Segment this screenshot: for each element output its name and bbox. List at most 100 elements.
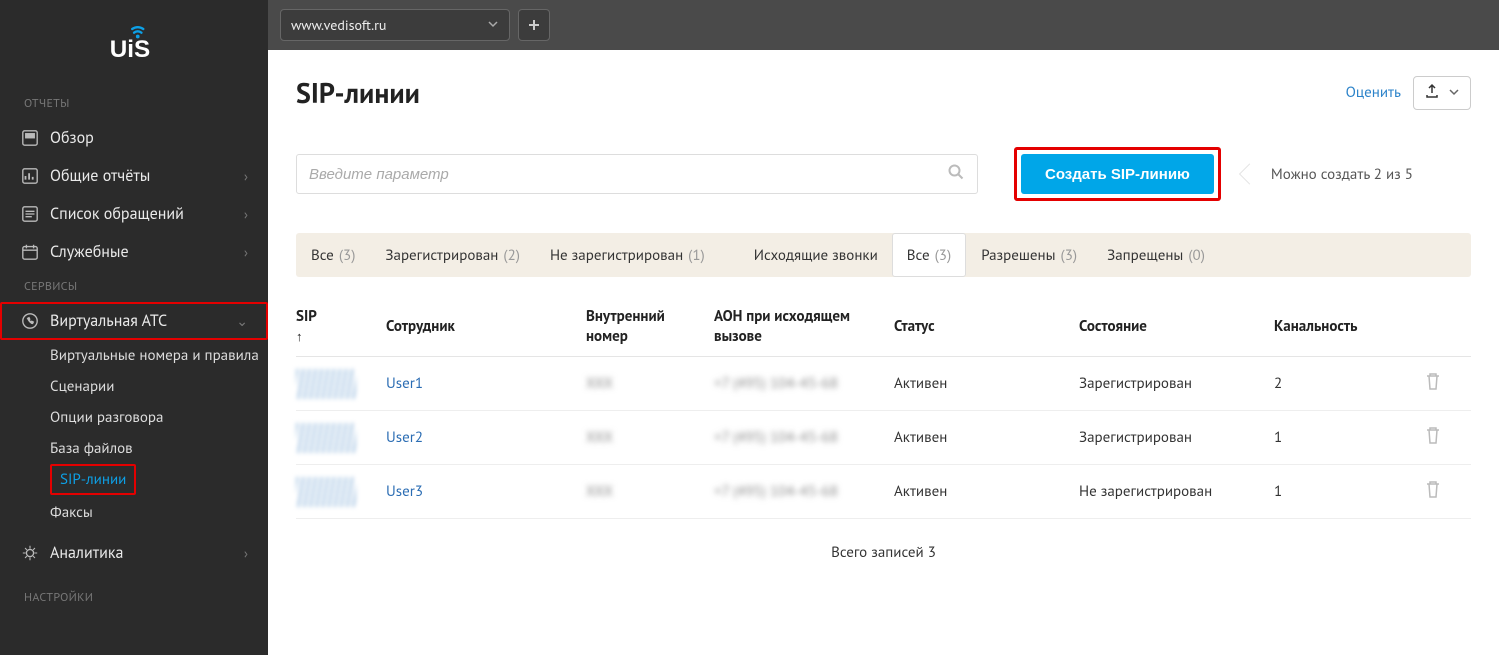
col-sip[interactable]: SIP ↑ <box>296 307 386 345</box>
sidebar-item-general-reports[interactable]: Общие отчёты › <box>0 157 268 195</box>
cell-status: Активен <box>894 428 1079 447</box>
col-state[interactable]: Состояние <box>1079 317 1274 337</box>
filter-group-outgoing: Все(3) Разрешены(3) Запрещены(0) <box>892 233 1220 277</box>
sip-table: SIP ↑ Сотрудник Внутренний номер АОН при… <box>296 297 1471 519</box>
cell-aon: +7 (495) 104-45-68 <box>714 374 894 393</box>
filter-tab-allowed[interactable]: Разрешены(3) <box>966 233 1092 277</box>
cell-employee[interactable]: User3 <box>386 482 586 501</box>
rate-link[interactable]: Оценить <box>1346 83 1401 102</box>
cell-state: Зарегистрирован <box>1079 374 1274 393</box>
section-label-reports: ОТЧЕТЫ <box>0 88 268 119</box>
table-row: User2 XXX +7 (495) 104-45-68 Активен Зар… <box>296 411 1471 465</box>
page-header: SIP-линии Оценить <box>296 74 1471 111</box>
analytics-icon <box>20 543 40 563</box>
sidebar-item-requests[interactable]: Список обращений › <box>0 195 268 233</box>
cell-sip <box>296 369 386 399</box>
reports-icon <box>20 166 40 186</box>
virtual-pbx-subitems: Виртуальные номера и правила Сценарии Оп… <box>0 340 268 528</box>
page-title: SIP-линии <box>296 74 420 111</box>
list-icon <box>20 204 40 224</box>
table-row: User1 XXX +7 (495) 104-45-68 Активен Зар… <box>296 357 1471 411</box>
cell-status: Активен <box>894 374 1079 393</box>
svg-text:UiS: UiS <box>110 36 150 63</box>
add-tab-button[interactable] <box>518 9 550 41</box>
table-header: SIP ↑ Сотрудник Внутренний номер АОН при… <box>296 297 1471 357</box>
table-footer: Всего записей 3 <box>296 519 1471 586</box>
cell-status: Активен <box>894 482 1079 501</box>
subitem-sip-lines[interactable]: SIP-линии <box>50 464 136 495</box>
filter-tab-registered[interactable]: Зарегистрирован(2) <box>370 233 535 277</box>
cell-aon: +7 (495) 104-45-68 <box>714 482 894 501</box>
cell-channels: 1 <box>1274 482 1424 501</box>
col-aon[interactable]: АОН при исходящем вызове <box>714 307 894 346</box>
subitem-call-options[interactable]: Опции разговора <box>50 402 268 433</box>
sidebar-item-label: Список обращений <box>50 204 184 224</box>
section-label-settings: НАСТРОЙКИ <box>0 582 268 613</box>
search-input[interactable] <box>309 166 947 183</box>
delete-row-button[interactable] <box>1424 371 1464 396</box>
cell-employee[interactable]: User1 <box>386 374 586 393</box>
col-employee[interactable]: Сотрудник <box>386 317 586 337</box>
sort-asc-icon: ↑ <box>296 329 376 346</box>
search-box[interactable] <box>296 154 978 194</box>
chevron-down-icon: ⌄ <box>236 312 248 330</box>
section-label-services: СЕРВИСЫ <box>0 271 268 302</box>
col-status[interactable]: Статус <box>894 317 1079 337</box>
subitem-scenarios[interactable]: Сценарии <box>50 371 268 402</box>
cell-employee[interactable]: User2 <box>386 428 586 447</box>
create-sip-line-button[interactable]: Создать SIP-линию <box>1021 154 1214 194</box>
sidebar: UiS ОТЧЕТЫ Обзор Общие отчёты › Список о… <box>0 0 268 655</box>
sidebar-item-service-reports[interactable]: Служебные › <box>0 233 268 271</box>
export-button[interactable] <box>1413 76 1471 110</box>
cell-channels: 1 <box>1274 428 1424 447</box>
logo-icon: UiS <box>106 22 162 64</box>
sidebar-item-label: Обзор <box>50 128 94 148</box>
filter-bar: Все(3) Зарегистрирован(2) Не зарегистрир… <box>296 233 1471 277</box>
create-button-highlight: Создать SIP-линию <box>1014 147 1221 201</box>
chevron-right-icon: › <box>244 243 248 261</box>
chevron-right-icon: › <box>244 544 248 562</box>
main: www.vedisoft.ru SIP-линии Оценить <box>268 0 1499 655</box>
chevron-right-icon: › <box>244 167 248 185</box>
phone-icon <box>20 311 40 331</box>
cell-state: Не зарегистрирован <box>1079 482 1274 501</box>
logo: UiS <box>0 12 268 88</box>
chevron-down-icon <box>1448 84 1460 102</box>
subitem-faxes[interactable]: Факсы <box>50 497 268 528</box>
delete-row-button[interactable] <box>1424 479 1464 504</box>
col-internal[interactable]: Внутренний номер <box>586 307 714 346</box>
subitem-file-db[interactable]: База файлов <box>50 433 268 464</box>
quota-label: Можно создать 2 из 5 <box>1251 154 1433 194</box>
page-body: SIP-линии Оценить <box>268 50 1499 586</box>
cell-internal: XXX <box>586 482 714 501</box>
cell-internal: XXX <box>586 374 714 393</box>
chevron-down-icon <box>487 16 499 34</box>
cell-aon: +7 (495) 104-45-68 <box>714 428 894 447</box>
chevron-right-icon: › <box>244 205 248 223</box>
delete-row-button[interactable] <box>1424 425 1464 450</box>
sidebar-item-analytics[interactable]: Аналитика › <box>0 534 268 572</box>
cell-internal: XXX <box>586 428 714 447</box>
site-selector[interactable]: www.vedisoft.ru <box>280 9 510 41</box>
filter-tab-denied[interactable]: Запрещены(0) <box>1092 233 1220 277</box>
filter-tab-not-registered[interactable]: Не зарегистрирован(1) <box>535 233 720 277</box>
sidebar-item-virtual-pbx[interactable]: Виртуальная АТС ⌄ <box>0 302 268 340</box>
subitem-virtual-numbers[interactable]: Виртуальные номера и правила <box>50 340 268 371</box>
table-row: User3 XXX +7 (495) 104-45-68 Активен Не … <box>296 465 1471 519</box>
cell-channels: 2 <box>1274 374 1424 393</box>
search-icon <box>947 163 965 185</box>
filter-group-status: Все(3) Зарегистрирован(2) Не зарегистрир… <box>296 233 720 277</box>
sidebar-item-label: Виртуальная АТС <box>50 311 167 331</box>
filter-label-outgoing: Исходящие звонки <box>740 233 892 277</box>
filter-tab-all[interactable]: Все(3) <box>296 233 370 277</box>
sidebar-item-label: Служебные <box>50 242 129 262</box>
sidebar-item-label: Общие отчёты <box>50 166 150 186</box>
col-channels[interactable]: Каналь­ность <box>1274 317 1424 337</box>
filter-tab-all2[interactable]: Все(3) <box>892 233 966 277</box>
site-selector-value: www.vedisoft.ru <box>291 16 386 34</box>
sidebar-item-label: Аналитика <box>50 543 123 563</box>
export-icon <box>1424 83 1440 103</box>
sidebar-item-overview[interactable]: Обзор <box>0 119 268 157</box>
cell-sip <box>296 423 386 453</box>
page-actions: Оценить <box>1346 76 1471 110</box>
